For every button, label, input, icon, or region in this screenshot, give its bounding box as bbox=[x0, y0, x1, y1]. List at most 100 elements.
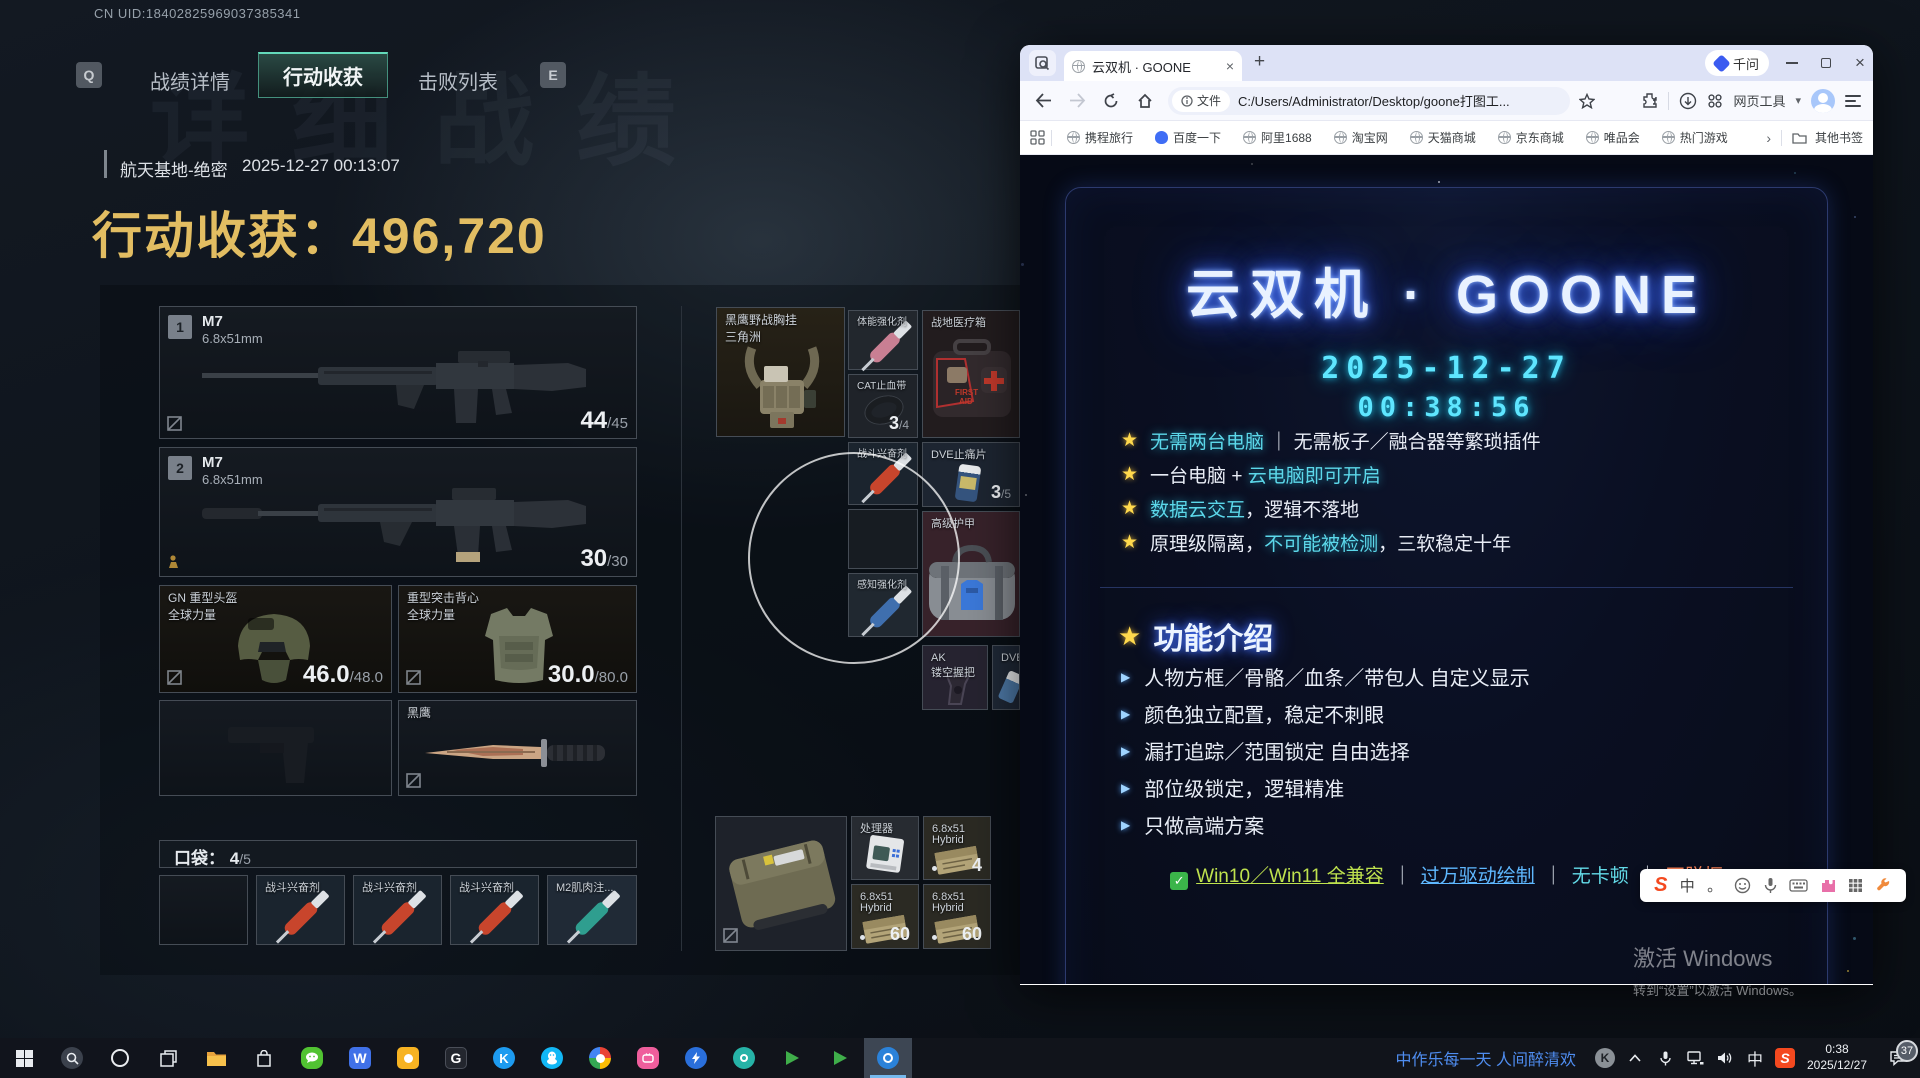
start-button[interactable] bbox=[0, 1038, 48, 1078]
apps-grid-icon[interactable] bbox=[1030, 130, 1045, 145]
cortana-button[interactable] bbox=[96, 1038, 144, 1078]
pocket-slot-empty[interactable] bbox=[159, 875, 248, 945]
bookmark-taobao[interactable]: 淘宝网 bbox=[1325, 129, 1397, 146]
active-tab[interactable]: 云双机 · GOONE × bbox=[1064, 51, 1242, 81]
app-thunder-button[interactable] bbox=[672, 1038, 720, 1078]
app-teal-button[interactable] bbox=[720, 1038, 768, 1078]
tab-search-button[interactable] bbox=[1029, 50, 1056, 76]
qq-button[interactable] bbox=[528, 1038, 576, 1078]
chest-rig-card[interactable]: 黑鹰野战胸挂 三角洲 bbox=[716, 307, 845, 437]
remote-app-2-button[interactable] bbox=[816, 1038, 864, 1078]
ime-punctuation[interactable]: 。 bbox=[1707, 875, 1722, 896]
knife-slot[interactable]: 黑鹰 bbox=[398, 700, 637, 796]
tray-mic-icon[interactable] bbox=[1650, 1051, 1680, 1066]
pistol-slot[interactable] bbox=[159, 700, 392, 796]
ime-mode-chinese[interactable]: 中 bbox=[1680, 875, 1695, 896]
ak-grip-card[interactable]: AK 镂空握把 bbox=[922, 645, 988, 710]
sogou-logo-icon[interactable]: S bbox=[1654, 874, 1667, 897]
taskbar-search-button[interactable] bbox=[48, 1038, 96, 1078]
taskbar-clock[interactable]: 0:38 2025/12/27 bbox=[1800, 1042, 1874, 1073]
tab-close-icon[interactable]: × bbox=[1226, 59, 1234, 73]
file-explorer-button[interactable] bbox=[192, 1038, 240, 1078]
address-bar[interactable]: 文件 C:/Users/Administrator/Desktop/goone打… bbox=[1168, 87, 1570, 115]
tray-ime-indicator[interactable]: 中 bbox=[1740, 1046, 1770, 1070]
app-pink-button[interactable] bbox=[624, 1038, 672, 1078]
ammo-card-3[interactable]: 6.8x51 Hybrid 60 bbox=[923, 884, 991, 949]
qianwen-button[interactable]: 千问 bbox=[1705, 50, 1769, 76]
profile-avatar[interactable] bbox=[1811, 89, 1835, 113]
bookmark-tmall[interactable]: 天猫商城 bbox=[1401, 129, 1485, 146]
store-button[interactable] bbox=[240, 1038, 288, 1078]
tray-sogou-icon[interactable]: S bbox=[1770, 1048, 1800, 1068]
processor-card[interactable]: 处理器 bbox=[851, 816, 919, 880]
tab-action-harvest[interactable]: 行动收获 bbox=[258, 52, 388, 98]
weapon-slot-1[interactable]: 1 M7 6.8x51mm 44/45 bbox=[159, 306, 637, 439]
other-bookmarks-label[interactable]: 其他书签 bbox=[1815, 129, 1863, 146]
tab-kill-list[interactable]: 击败列表 bbox=[418, 66, 498, 95]
new-tab-button[interactable]: + bbox=[1254, 51, 1265, 73]
app-k-button[interactable]: K bbox=[480, 1038, 528, 1078]
ammo-card-1[interactable]: 6.8x51 Hybrid 4 bbox=[923, 816, 991, 880]
reload-button[interactable] bbox=[1094, 93, 1128, 109]
cat-tourniquet-card[interactable]: CAT止血带 3/4 bbox=[848, 374, 918, 438]
bookmarks-overflow-chevron-icon[interactable]: › bbox=[1766, 130, 1771, 146]
app-w-button[interactable]: W bbox=[336, 1038, 384, 1078]
clipped-item-card[interactable]: DVE bbox=[992, 645, 1020, 710]
pocket-slot-stim-2[interactable]: 战斗兴奋剂 bbox=[353, 875, 442, 945]
notification-center-button[interactable]: 37 bbox=[1874, 1050, 1920, 1066]
mic-icon[interactable] bbox=[1764, 877, 1777, 894]
home-button[interactable] bbox=[1128, 93, 1162, 109]
emoji-icon[interactable] bbox=[1734, 877, 1751, 894]
wrench-icon[interactable] bbox=[1876, 878, 1892, 894]
downloads-icon[interactable] bbox=[1679, 92, 1697, 110]
url-text[interactable]: C:/Users/Administrator/Desktop/goone打图工.… bbox=[1238, 91, 1510, 110]
toolbox-grid-icon[interactable] bbox=[1848, 878, 1863, 893]
bookmark-hot-games[interactable]: 热门游戏 bbox=[1653, 129, 1737, 146]
ammo-card-2[interactable]: 6.8x51 Hybrid 60 bbox=[851, 884, 919, 949]
tools-chevron-down-icon[interactable]: ▾ bbox=[1795, 94, 1801, 107]
helmet-slot[interactable]: GN 重型头盔 全球力量 46.0/48.0 bbox=[159, 585, 392, 693]
app-g-button[interactable]: G bbox=[432, 1038, 480, 1078]
bookmark-star-button[interactable] bbox=[1570, 93, 1604, 109]
folder-icon bbox=[1792, 132, 1807, 144]
bookmark-1688[interactable]: 阿里1688 bbox=[1234, 129, 1321, 146]
maximize-button[interactable] bbox=[1809, 45, 1843, 81]
back-button[interactable] bbox=[1026, 93, 1060, 108]
skin-puzzle-icon[interactable] bbox=[1820, 878, 1836, 894]
vest-slot[interactable]: 重型突击背心 全球力量 30.0/80.0 bbox=[398, 585, 637, 693]
bookmark-xiecheng[interactable]: 携程旅行 bbox=[1058, 129, 1142, 146]
bookmark-baidu[interactable]: 百度一下 bbox=[1146, 129, 1230, 146]
browser-colorful-button[interactable] bbox=[576, 1038, 624, 1078]
extensions-puzzle-icon[interactable] bbox=[1641, 92, 1658, 109]
tray-k-app-icon[interactable]: K bbox=[1590, 1048, 1620, 1068]
task-view-button[interactable] bbox=[144, 1038, 192, 1078]
item-name: DVE bbox=[1001, 651, 1020, 665]
web-tools-label[interactable]: 网页工具 bbox=[1733, 91, 1785, 110]
active-browser-button[interactable] bbox=[864, 1038, 912, 1078]
search-icon bbox=[66, 1052, 79, 1065]
medkit-card[interactable]: 战地医疗箱 FIRST AID bbox=[922, 310, 1020, 438]
folder-icon bbox=[206, 1050, 227, 1067]
forward-button[interactable] bbox=[1060, 93, 1094, 108]
count-current: 3 bbox=[991, 482, 1001, 502]
tools-grid-icon[interactable] bbox=[1707, 93, 1723, 109]
wechat-button[interactable] bbox=[288, 1038, 336, 1078]
stamina-stim-card[interactable]: 体能强化剂 bbox=[848, 310, 918, 370]
browser-menu-icon[interactable] bbox=[1845, 92, 1861, 110]
supply-case-card[interactable] bbox=[715, 816, 847, 951]
minimize-button[interactable] bbox=[1775, 45, 1809, 81]
bookmark-vip[interactable]: 唯品会 bbox=[1577, 129, 1649, 146]
tray-network-icon[interactable] bbox=[1680, 1051, 1710, 1065]
bookmark-jd[interactable]: 京东商城 bbox=[1489, 129, 1573, 146]
tab-battle-detail[interactable]: 战绩详情 bbox=[150, 66, 230, 95]
pocket-slot-m2[interactable]: M2肌肉注... bbox=[547, 875, 637, 945]
app-yellow-button[interactable] bbox=[384, 1038, 432, 1078]
pocket-slot-stim-1[interactable]: 战斗兴奋剂 bbox=[256, 875, 345, 945]
tray-volume-icon[interactable] bbox=[1710, 1051, 1740, 1065]
remote-app-1-button[interactable] bbox=[768, 1038, 816, 1078]
weapon-slot-2[interactable]: 2 M7 6.8x51mm 30/30 bbox=[159, 447, 637, 577]
pocket-slot-stim-3[interactable]: 战斗兴奋剂 bbox=[450, 875, 539, 945]
tray-chevron-up-icon[interactable] bbox=[1620, 1054, 1650, 1062]
keyboard-icon[interactable] bbox=[1789, 879, 1808, 892]
close-button[interactable]: × bbox=[1843, 45, 1873, 81]
